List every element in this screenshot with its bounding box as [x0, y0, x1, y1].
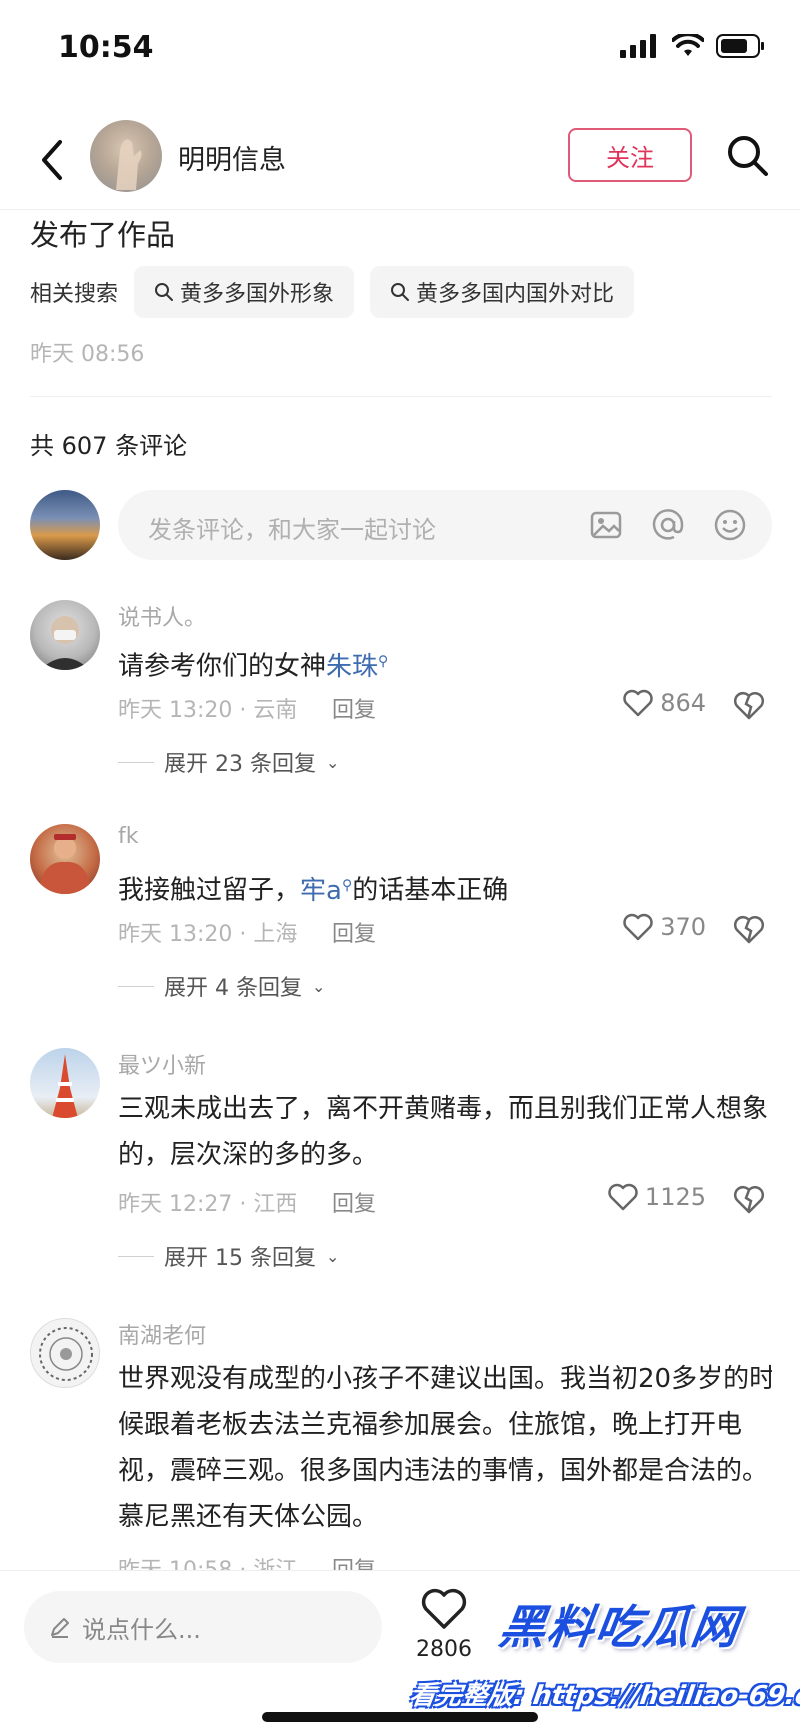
author-name[interactable]: 明明信息	[178, 138, 286, 177]
status-bar: 10:54	[0, 0, 800, 100]
commenter-name[interactable]: fk	[118, 824, 139, 849]
comment-search-link[interactable]: 牢a⚲	[300, 876, 352, 906]
comment-item: 南湖老何 世界观没有成型的小孩子不建议出国。我当初20多岁的时候跟着老板去法兰克…	[30, 1318, 772, 1570]
commenter-avatar[interactable]	[30, 824, 100, 894]
comment-item: fk 我接触过留子，牢a⚲的话基本正确 昨天 13:20 · 上海 回复 370…	[30, 824, 772, 1004]
say-something-placeholder: 说点什么...	[82, 1615, 201, 1644]
back-button[interactable]	[30, 132, 74, 188]
commenter-avatar[interactable]	[30, 600, 100, 670]
post-title: 发布了作品	[30, 218, 176, 252]
comment-text: 世界观没有成型的小孩子不建议出国。我当初20多岁的时候跟着老板去法兰克福参加展会…	[118, 1364, 772, 1532]
chip-label: 黄多多国内国外对比	[416, 282, 615, 307]
comment-meta: 昨天 12:27 · 江西	[118, 1192, 298, 1217]
reply-button[interactable]: 回复	[332, 916, 376, 948]
top-nav: 明明信息 关注	[0, 110, 800, 210]
search-icon	[155, 283, 174, 301]
broken-heart-icon[interactable]	[732, 688, 766, 722]
wifi-icon	[672, 34, 704, 56]
pencil-icon	[51, 1618, 69, 1638]
comment-search-link[interactable]: 朱珠⚲	[326, 652, 388, 682]
comment-item: 最ツ小新 三观未成出去了，离不开黄赌毒，而且别我们正常人想象的，层次深的多的多。…	[30, 1048, 772, 1271]
like-count: 864	[660, 689, 706, 717]
like-button[interactable]: 864	[622, 688, 706, 718]
commenter-name[interactable]: 说书人。	[118, 600, 206, 632]
battery-icon	[716, 34, 764, 58]
comment-count: 共 607 条评论	[30, 432, 188, 460]
expand-replies-button[interactable]: 展开 23 条回复 ⌄	[118, 746, 339, 778]
like-button[interactable]: 1125	[607, 1182, 706, 1212]
reply-button[interactable]: 回复	[332, 1186, 376, 1218]
mention-icon[interactable]	[650, 507, 686, 543]
comment-input-placeholder: 发条评论，和大家一起讨论	[148, 516, 436, 544]
chevron-down-icon: ⌄	[311, 976, 326, 996]
comment-input[interactable]: 发条评论，和大家一起讨论	[118, 490, 772, 560]
emoji-icon[interactable]	[712, 507, 748, 543]
commenter-avatar[interactable]	[30, 1318, 100, 1388]
expand-replies-label: 展开 15 条回复	[164, 1246, 316, 1271]
my-avatar	[30, 490, 100, 560]
commenter-name[interactable]: 最ツ小新	[118, 1048, 206, 1080]
reply-button[interactable]: 回复	[332, 692, 376, 724]
commenter-name[interactable]: 南湖老何	[118, 1318, 206, 1350]
related-search: 相关搜索 黄多多国外形象 黄多多国内国外对比	[30, 266, 650, 318]
watermark-url: 看完整版: https://heiliao-69.com	[407, 1681, 800, 1711]
chevron-left-icon	[42, 140, 62, 180]
expand-replies-button[interactable]: 展开 4 条回复 ⌄	[118, 970, 325, 1002]
comment-input-row: 发条评论，和大家一起讨论	[30, 490, 772, 562]
search-button[interactable]	[724, 132, 772, 180]
expand-replies-label: 展开 4 条回复	[164, 976, 302, 1001]
status-time: 10:54	[58, 30, 154, 65]
comment-text: 请参考你们的女神朱珠⚲	[118, 651, 389, 682]
reply-button[interactable]: 回复	[332, 1552, 376, 1570]
related-search-label: 相关搜索	[30, 282, 119, 307]
chevron-down-icon: ⌄	[325, 752, 340, 772]
heart-icon	[608, 1183, 638, 1211]
heart-icon	[623, 689, 653, 717]
comment-text: 三观未成出去了，离不开黄赌毒，而且别我们正常人想象的，层次深的多的多。	[118, 1094, 769, 1170]
search-icon	[391, 283, 410, 301]
comment-text: 我接触过留子，牢a⚲的话基本正确	[118, 875, 509, 906]
signal-icon	[620, 34, 656, 58]
expand-replies-label: 展开 23 条回复	[164, 752, 316, 777]
heart-icon	[623, 913, 653, 941]
related-search-chip[interactable]: 黄多多国内国外对比	[370, 266, 635, 318]
divider	[30, 396, 772, 397]
watermark: 黑料吃瓜网 看完整版: https://heiliao-69.com	[407, 1591, 800, 1731]
chip-label: 黄多多国外形象	[180, 282, 335, 307]
search-icon	[728, 136, 768, 176]
author-avatar[interactable]	[90, 120, 162, 192]
chevron-down-icon: ⌄	[325, 1246, 340, 1266]
comment-item: 说书人。 请参考你们的女神朱珠⚲ 昨天 13:20 · 云南 回复 864 展开…	[30, 600, 772, 780]
broken-heart-icon[interactable]	[732, 1182, 766, 1216]
comment-meta: 昨天 13:20 · 上海	[118, 922, 298, 947]
comment-meta: 昨天 10:58 · 浙江	[118, 1552, 297, 1570]
comment-meta: 昨天 13:20 · 云南	[118, 698, 298, 723]
say-something-input[interactable]: 说点什么...	[24, 1591, 382, 1663]
broken-heart-icon[interactable]	[732, 912, 766, 946]
home-indicator	[262, 1712, 538, 1722]
like-count: 370	[660, 913, 706, 941]
post-time: 昨天 08:56	[30, 342, 145, 367]
commenter-avatar[interactable]	[30, 1048, 100, 1118]
like-count: 1125	[644, 1183, 706, 1211]
like-button[interactable]: 370	[622, 912, 706, 942]
expand-replies-button[interactable]: 展开 15 条回复 ⌄	[118, 1240, 339, 1272]
follow-button[interactable]: 关注	[568, 128, 692, 182]
related-search-chip[interactable]: 黄多多国外形象	[134, 266, 355, 318]
image-icon[interactable]	[588, 507, 624, 543]
status-icons	[620, 34, 766, 58]
watermark-title: 黑料吃瓜网	[495, 1600, 744, 1654]
bottom-bar: 说点什么... 2806 黑料吃瓜网 看完整版: https://heiliao…	[0, 1570, 800, 1733]
